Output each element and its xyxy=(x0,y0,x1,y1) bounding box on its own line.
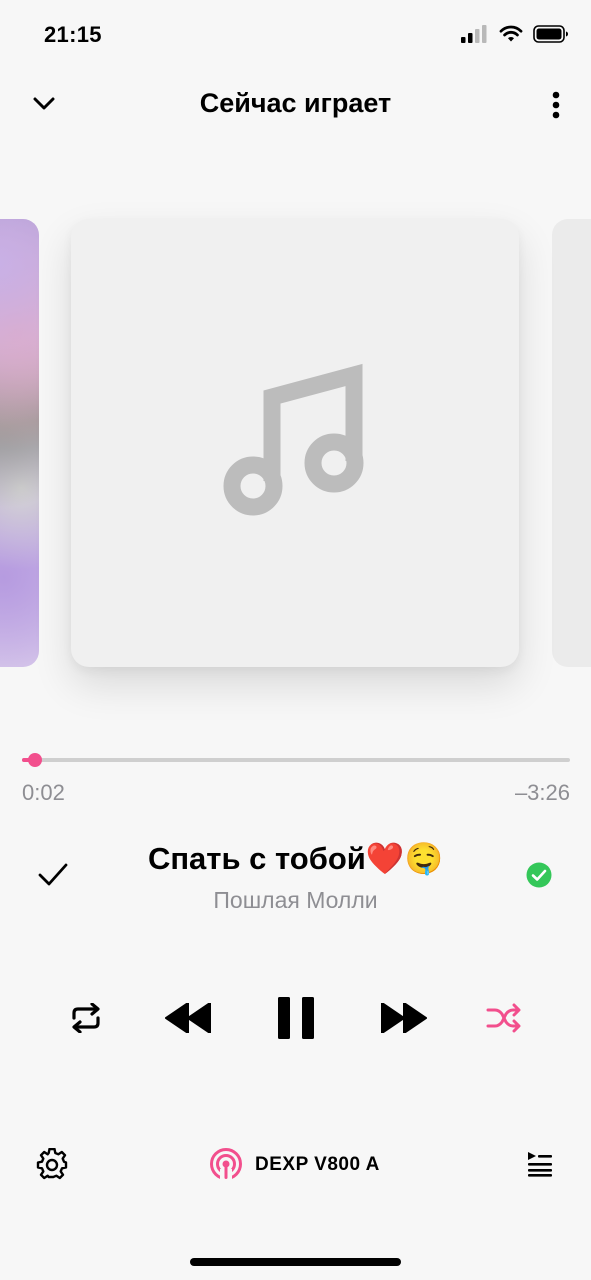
airplay-button[interactable] xyxy=(206,1146,246,1186)
shuffle-button[interactable] xyxy=(480,998,528,1042)
downloaded-check-icon xyxy=(526,862,552,893)
add-to-library-button[interactable] xyxy=(31,855,75,899)
broadcast-icon xyxy=(209,1147,243,1186)
pause-icon xyxy=(278,996,314,1044)
wifi-icon xyxy=(499,25,523,48)
track-title: Спать с тобой❤️🤤 xyxy=(147,841,444,876)
battery-icon xyxy=(533,24,569,48)
next-artwork[interactable] xyxy=(552,219,591,667)
page-title: Сейчас играет xyxy=(199,88,392,118)
signal-icon xyxy=(461,24,489,48)
more-button[interactable] xyxy=(534,85,578,129)
repeat-button[interactable] xyxy=(62,998,110,1042)
previous-button[interactable] xyxy=(160,998,216,1042)
track-artist[interactable]: Пошлая Молли xyxy=(100,887,491,914)
progress-knob[interactable] xyxy=(28,753,43,767)
more-vertical-icon xyxy=(552,91,560,124)
repeat-icon xyxy=(68,1001,104,1038)
status-icons xyxy=(461,24,569,48)
fast-forward-icon xyxy=(380,1001,428,1038)
next-button[interactable] xyxy=(376,998,432,1042)
elapsed-time: 0:02 xyxy=(22,780,65,805)
queue-icon xyxy=(526,1151,554,1182)
progress-track[interactable] xyxy=(22,758,570,762)
checkmark-icon xyxy=(38,863,68,892)
current-artwork[interactable] xyxy=(71,219,519,667)
output-device-name[interactable]: DEXP V800 A xyxy=(255,1154,380,1176)
downloaded-status xyxy=(517,855,561,899)
rewind-icon xyxy=(164,1001,212,1038)
pause-button[interactable] xyxy=(268,994,324,1046)
music-note-icon xyxy=(220,361,370,526)
status-time: 21:15 xyxy=(44,22,102,47)
remaining-time: –3:26 xyxy=(514,780,570,805)
home-indicator[interactable] xyxy=(190,1258,401,1266)
gear-icon xyxy=(36,1147,68,1185)
settings-button[interactable] xyxy=(30,1144,74,1188)
previous-artwork[interactable] xyxy=(0,219,39,667)
shuffle-icon xyxy=(486,1003,522,1038)
queue-button[interactable] xyxy=(518,1144,562,1188)
